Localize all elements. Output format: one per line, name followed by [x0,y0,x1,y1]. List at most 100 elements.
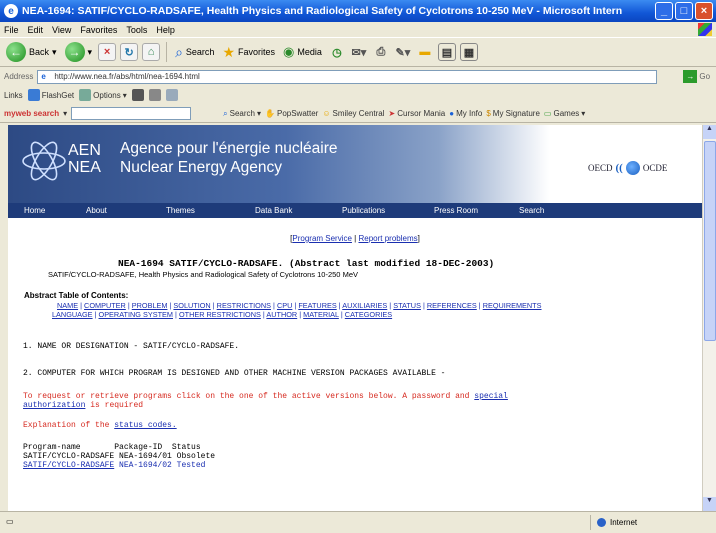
cursor-mania-button[interactable]: ➤ Cursor Mania [389,109,446,118]
chevron-down-icon[interactable]: ▾ [63,109,67,118]
authorization-link[interactable]: authorization [23,401,85,410]
toc-link-restrictions[interactable]: RESTRICTIONS [217,301,271,310]
menu-edit[interactable]: Edit [28,25,44,35]
back-label: Back [29,47,50,57]
go-arrow-icon[interactable]: → [683,70,698,83]
status-codes-link[interactable]: status codes. [114,421,176,430]
vertical-scrollbar[interactable]: ▲ ▼ [702,125,716,511]
myweb-search-logo[interactable]: myweb search [4,109,59,118]
refresh-icon[interactable] [165,89,178,101]
history-icon[interactable]: ◷ [328,43,346,61]
program-service-link[interactable]: Program Service [292,234,352,243]
media-icon: ◉ [283,44,295,59]
my-signature-button[interactable]: $ My Signature [486,109,540,118]
popswatter-button[interactable]: ✋ PopSwatter [265,109,318,118]
messenger-icon[interactable]: ▦ [459,43,478,61]
nea-logo-icon [22,141,66,181]
search-go-button[interactable]: ⌕ Search ▾ [223,109,261,119]
media-button[interactable]: ◉ Media [281,44,324,60]
stop-icon[interactable]: × [98,43,117,61]
close-button[interactable]: × [695,2,713,20]
scroll-down-icon[interactable]: ▼ [703,497,716,511]
toc-link-cpu[interactable]: CPU [277,301,292,310]
package-name[interactable]: SATIF/CYCLO-RADSAFE [23,461,114,470]
scroll-up-icon[interactable]: ▲ [703,125,716,139]
games-button[interactable]: ▭ Games ▾ [544,109,585,118]
nav-home[interactable]: Home [24,206,45,215]
forward-button[interactable]: → ▾ [63,42,95,62]
my-info-button[interactable]: ● My Info [449,109,482,118]
toc-link-features[interactable]: FEATURES [298,301,336,310]
menu-tools[interactable]: Tools [126,25,147,35]
menu-favorites[interactable]: Favorites [80,25,117,35]
toc-link-status[interactable]: STATUS [393,301,421,310]
toc-link-categories[interactable]: CATEGORIES [345,310,392,319]
edit-icon[interactable]: ✎▾ [394,43,412,61]
scroll-thumb[interactable] [704,141,716,341]
toc-link-author[interactable]: AUTHOR [266,310,297,319]
search-input[interactable] [71,107,192,120]
options-button[interactable]: Options ▾ [79,89,127,101]
toc-link-other-restrictions[interactable]: OTHER RESTRICTIONS [179,310,261,319]
oecd-logo[interactable]: OECD (( OCDE [588,161,667,175]
nav-data-bank[interactable]: Data Bank [255,206,292,215]
options-icon [79,89,92,101]
report-problems-link[interactable]: Report problems [358,234,417,243]
maximize-button[interactable]: □ [675,2,693,20]
refresh-icon[interactable]: ↻ [120,43,139,61]
toc-link-language[interactable]: LANGUAGE [52,310,93,319]
chevron-down-icon[interactable]: ▾ [52,47,57,58]
links-label[interactable]: Links [4,91,23,100]
address-bar: Address http://www.nea.fr/abs/html/nea-1… [0,68,716,85]
table-row[interactable]: SATIF/CYCLO-RADSAFE NEA-1694/02 Tested [23,461,215,470]
flashget-icon [27,89,40,101]
nav-about[interactable]: About [86,206,107,215]
toc-link-name[interactable]: NAME [57,301,78,310]
nav-themes[interactable]: Themes [166,206,195,215]
toc-link-operating-system[interactable]: OPERATING SYSTEM [99,310,173,319]
address-input[interactable]: http://www.nea.fr/abs/html/nea-1694.html [37,69,658,84]
flashget-button[interactable]: FlashGet [27,89,74,101]
toc-link-computer[interactable]: COMPUTER [84,301,126,310]
folder-icon[interactable]: ▬ [416,43,434,61]
back-button[interactable]: ← Back ▾ [4,42,59,62]
search-toolbar: myweb search ▾ ⌕ Search ▾ ✋ PopSwatter ☺… [0,105,716,123]
download-icon[interactable] [131,89,144,101]
toc-link-solution[interactable]: SOLUTION [173,301,210,310]
nav-press-room[interactable]: Press Room [434,206,478,215]
go-button[interactable]: Go [699,72,710,81]
nav-publications[interactable]: Publications [342,206,385,215]
games-label: Games [553,109,580,118]
minimize-button[interactable]: _ [655,2,673,20]
print-icon[interactable]: ⎙ [372,43,390,61]
mail-icon[interactable]: ✉▾ [350,43,368,61]
menu-view[interactable]: View [52,25,71,35]
browser-window: e NEA-1694: SATIF/CYCLO-RADSAFE, Health … [0,0,716,533]
smiley-icon: ☺ [322,109,331,118]
request-tail-text: is required [90,401,144,410]
search-button[interactable]: ⌕ Search [173,44,216,61]
toc-link-problem[interactable]: PROBLEM [132,301,168,310]
globe-icon [597,518,606,527]
smiley-central-label: Smiley Central [332,109,385,118]
oecd-left-text: OECD [588,163,613,173]
toc-link-references[interactable]: REFERENCES [427,301,477,310]
toc-link-auxiliaries[interactable]: AUXILIARIES [342,301,387,310]
request-text: To request or retrieve programs click on… [23,392,470,401]
menu-file[interactable]: File [4,25,19,35]
home-icon[interactable]: ⌂ [142,43,161,61]
chevron-down-icon[interactable]: ▾ [88,47,93,58]
back-arrow-icon: ← [6,42,26,62]
oecd-right-text: OCDE [642,163,668,173]
menu-help[interactable]: Help [156,25,175,35]
special-authorization-link[interactable]: special [474,392,508,401]
discuss-icon[interactable]: ▤ [437,43,456,61]
nav-search[interactable]: Search [519,206,544,215]
smiley-central-button[interactable]: ☺ Smiley Central [322,109,384,118]
status-explanation: Explanation of the status codes. [23,421,177,430]
toc-link-requirements[interactable]: REQUIREMENTS [483,301,542,310]
favorites-button[interactable]: ★ Favorites [220,44,277,61]
package-id: NEA-1694/02 [114,461,177,470]
print-icon[interactable] [148,89,161,101]
toc-link-material[interactable]: MATERIAL [303,310,339,319]
